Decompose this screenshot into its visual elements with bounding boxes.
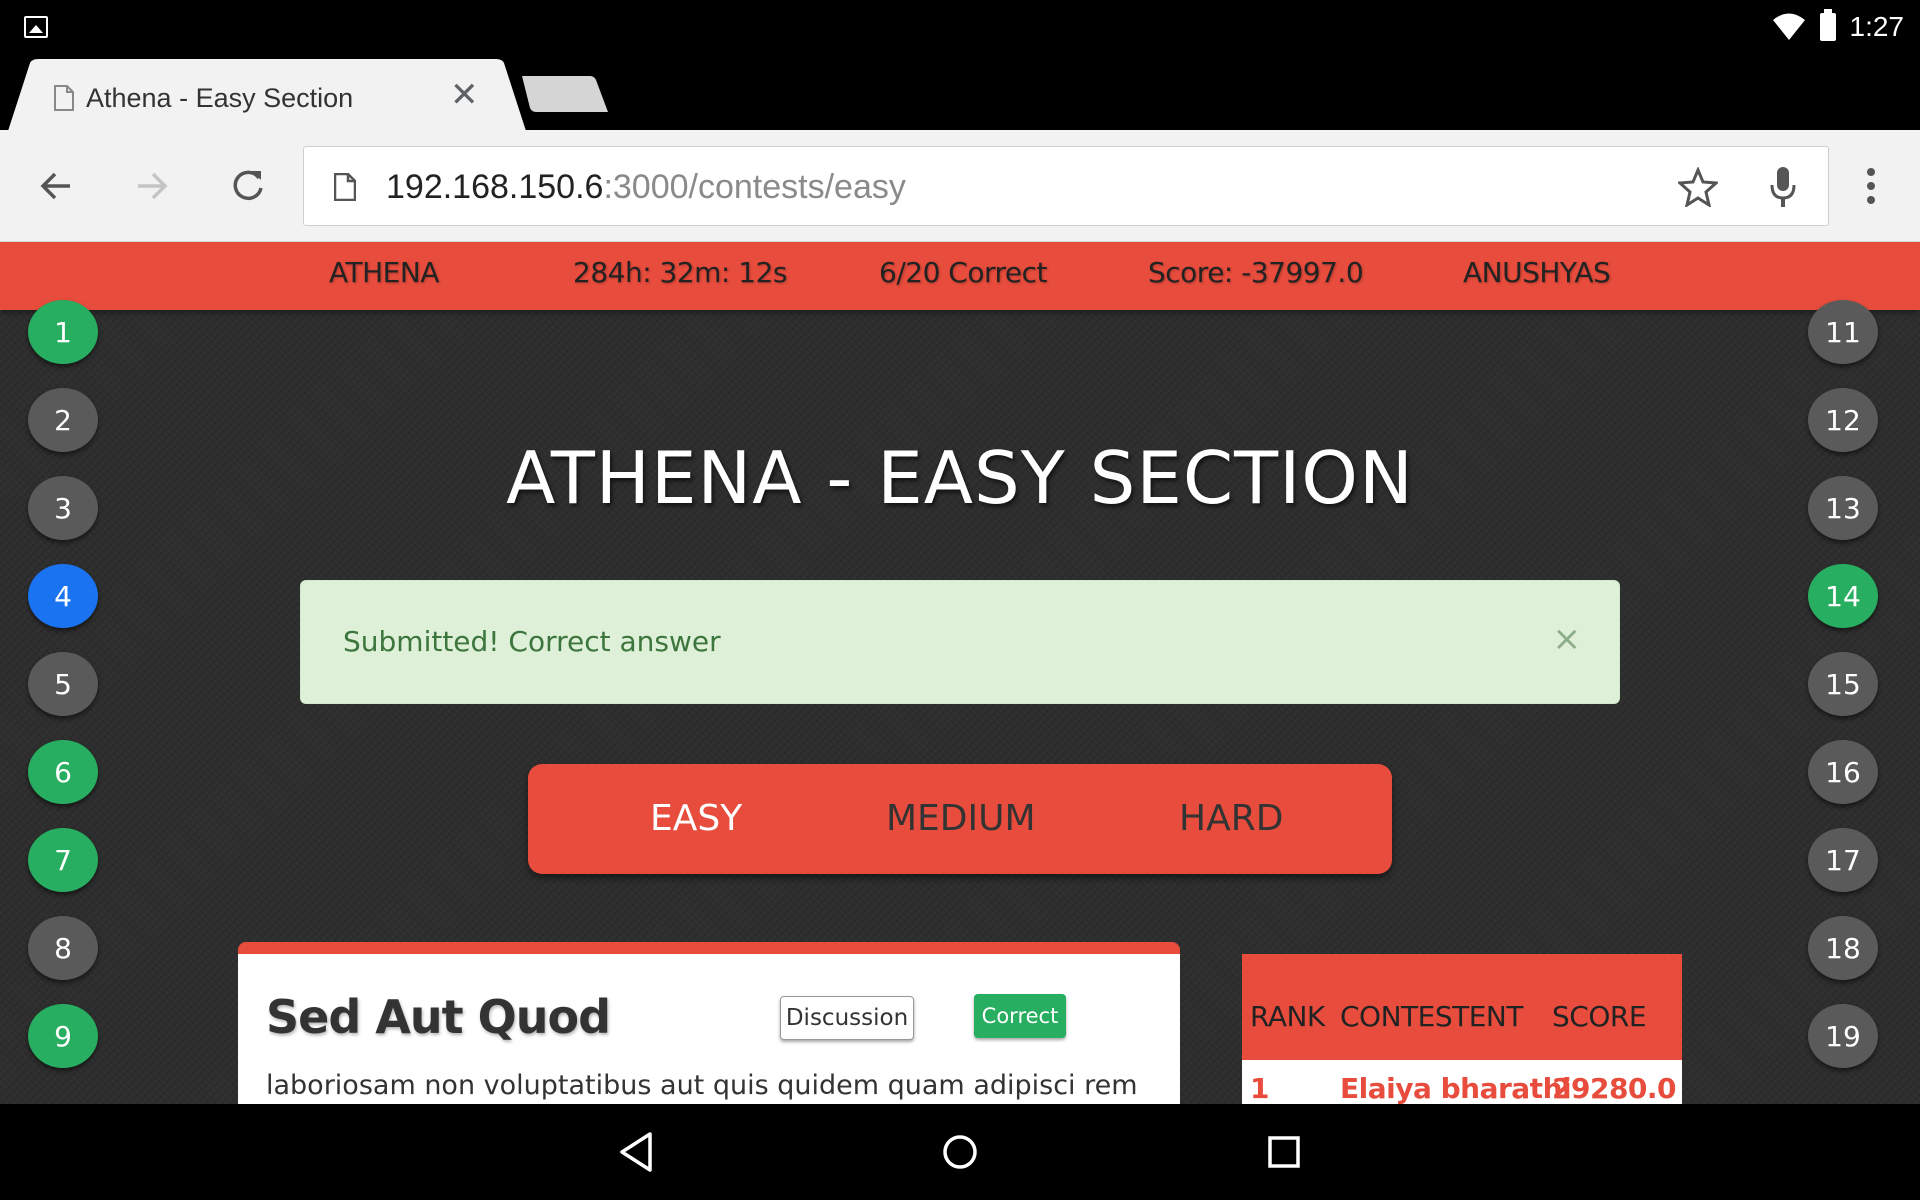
bookmark-star-icon[interactable]: [1678, 167, 1718, 207]
microphone-icon[interactable]: [1768, 165, 1798, 209]
page-title: ATHENA - EASY SECTION: [506, 436, 1414, 520]
back-button[interactable]: [30, 160, 82, 212]
forward-button[interactable]: [126, 160, 178, 212]
question-button-1[interactable]: 1: [28, 300, 98, 364]
page-info-icon[interactable]: [334, 173, 356, 201]
web-page: ATHENA 284h: 32m: 12s 6/20 Correct Score…: [0, 242, 1920, 1104]
column-header-contestent: CONTESTENT: [1340, 1000, 1523, 1033]
android-status-bar: 1:27: [0, 0, 1920, 54]
device-screen: 1:27 Athena - Easy Section ✕ 192.168.150…: [0, 0, 1920, 1200]
question-button-7[interactable]: 7: [28, 828, 98, 892]
question-text: laboriosam non voluptatibus aut quis qui…: [266, 1070, 1138, 1101]
tab-title: Athena - Easy Section: [86, 83, 354, 113]
contest-timer: 284h: 32m: 12s: [573, 256, 787, 289]
question-button-18[interactable]: 18: [1808, 916, 1878, 980]
leaderboard-header: RANK CONTESTENT SCORE: [1242, 954, 1682, 1060]
question-button-14[interactable]: 14: [1808, 564, 1878, 628]
question-button-8[interactable]: 8: [28, 916, 98, 980]
table-row: 1 Elaiya bharathi 29280.0: [1242, 1060, 1682, 1104]
nav-recents-icon[interactable]: [1258, 1126, 1310, 1178]
browser-tab-active[interactable]: Athena - Easy Section ✕: [8, 59, 528, 131]
site-header: ATHENA 284h: 32m: 12s 6/20 Correct Score…: [0, 242, 1920, 310]
back-arrow-icon: [40, 172, 70, 200]
nav-home-icon[interactable]: [934, 1126, 986, 1178]
reload-icon: [233, 170, 263, 201]
question-button-17[interactable]: 17: [1808, 828, 1878, 892]
column-header-rank: RANK: [1250, 1000, 1325, 1033]
correct-count: 6/20 Correct: [879, 256, 1047, 289]
success-alert: Submitted! Correct answer ×: [300, 580, 1620, 704]
question-title: Sed Aut Quod: [266, 990, 611, 1044]
alert-message: Submitted! Correct answer: [343, 625, 721, 658]
gallery-notification-icon: [24, 16, 48, 38]
question-button-4[interactable]: 4: [28, 564, 98, 628]
leaderboard-table: RANK CONTESTENT SCORE 1 Elaiya bharathi …: [1242, 954, 1682, 1104]
reload-button[interactable]: [222, 160, 274, 212]
status-time: 1:27: [1849, 11, 1905, 42]
browser-toolbar: 192.168.150.6:3000/contests/easy: [0, 130, 1920, 242]
question-card: Sed Aut Quod Discussion Correct laborios…: [238, 942, 1180, 1104]
question-button-11[interactable]: 11: [1808, 300, 1878, 364]
new-tab-button[interactable]: [520, 74, 610, 114]
column-header-score: SCORE: [1552, 1000, 1647, 1033]
brand-link[interactable]: ATHENA: [329, 256, 439, 289]
browser-tab-strip: Athena - Easy Section ✕: [0, 54, 1920, 131]
question-button-9[interactable]: 9: [28, 1004, 98, 1068]
overflow-menu-icon[interactable]: [1856, 166, 1886, 206]
discussion-button[interactable]: Discussion: [780, 996, 914, 1040]
score-cell: 29280.0: [1552, 1072, 1677, 1104]
nav-back-icon[interactable]: [610, 1126, 662, 1178]
url-text: 192.168.150.6:3000/contests/easy: [386, 167, 906, 207]
page-icon: [54, 85, 74, 111]
wifi-icon: [1772, 13, 1805, 40]
tab-hard[interactable]: HARD: [1179, 798, 1283, 839]
address-bar[interactable]: 192.168.150.6:3000/contests/easy: [303, 146, 1829, 226]
question-button-16[interactable]: 16: [1808, 740, 1878, 804]
tab-close-icon[interactable]: ✕: [450, 77, 479, 113]
status-badge: Correct: [974, 994, 1066, 1038]
question-button-6[interactable]: 6: [28, 740, 98, 804]
forward-arrow-icon: [138, 172, 168, 200]
url-path: :3000/contests/easy: [603, 168, 906, 206]
score-display: Score: -37997.0: [1148, 256, 1364, 289]
android-navigation-bar: [0, 1104, 1920, 1200]
tab-medium[interactable]: MEDIUM: [886, 798, 1036, 839]
question-button-15[interactable]: 15: [1808, 652, 1878, 716]
difficulty-tabs: EASY MEDIUM HARD: [528, 764, 1392, 874]
question-button-5[interactable]: 5: [28, 652, 98, 716]
battery-icon: [1819, 9, 1836, 41]
tab-easy[interactable]: EASY: [650, 798, 742, 839]
contestent-cell: Elaiya bharathi: [1340, 1072, 1572, 1104]
rank-cell: 1: [1250, 1072, 1269, 1104]
alert-close-icon[interactable]: ×: [1553, 619, 1582, 659]
url-host: 192.168.150.6: [386, 168, 604, 206]
question-button-19[interactable]: 19: [1808, 1004, 1878, 1068]
user-name[interactable]: ANUSHYAS: [1463, 256, 1611, 289]
